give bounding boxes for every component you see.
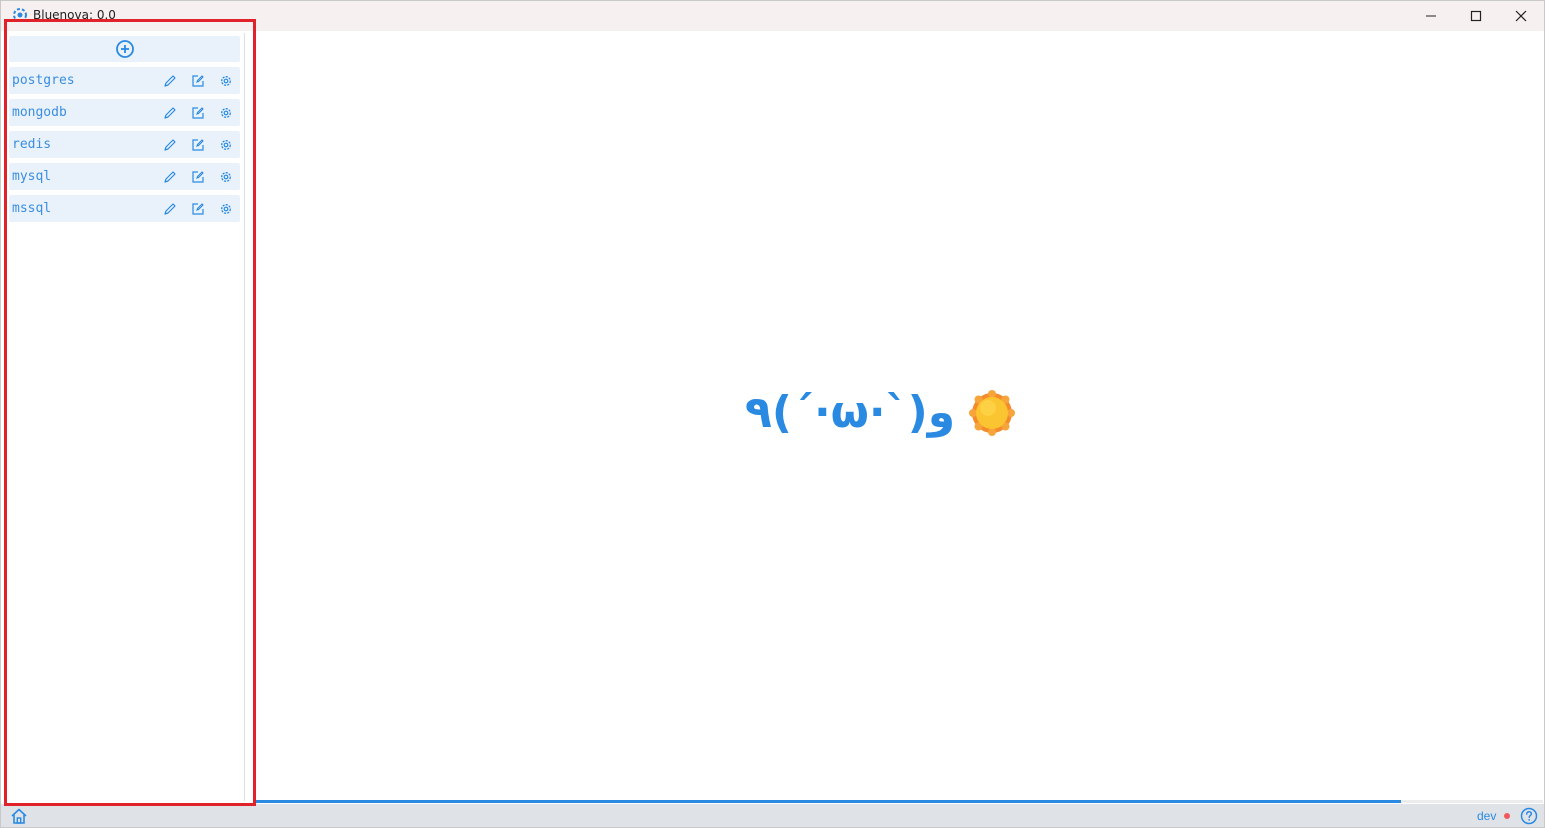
home-icon[interactable] [10,807,28,825]
connection-item[interactable]: mssql [9,195,240,222]
edit-connection-button[interactable] [184,131,212,158]
greeting-text: ٩(ˊ·ω·ˋ)و [745,387,956,438]
connection-actions [156,131,240,158]
settings-button[interactable] [212,195,240,222]
connection-name: mssql [12,201,52,216]
connection-actions [156,99,240,126]
connections-sidebar: postgres mongodb redis mysql mssql [6,33,245,801]
rename-button[interactable] [156,195,184,222]
connection-actions [156,67,240,94]
sun-icon [969,389,1016,436]
title-bar[interactable]: Bluenova: 0.0 [1,1,1544,31]
connection-item[interactable]: postgres [9,67,240,94]
settings-button[interactable] [212,67,240,94]
connection-actions [156,195,240,222]
pencil-icon [164,138,176,151]
app-window: Bluenova: 0.0 postgres mongodb redis mys… [0,0,1545,828]
minimize-button[interactable] [1408,1,1454,31]
rename-button[interactable] [156,67,184,94]
add-connection-button[interactable] [9,36,240,62]
minimize-icon [1426,15,1436,17]
settings-button[interactable] [212,99,240,126]
window-title: Bluenova: 0.0 [33,8,116,22]
loading-progress-bar [253,800,1543,803]
close-button[interactable] [1498,1,1544,31]
app-logo-icon [13,8,27,22]
settings-button[interactable] [212,131,240,158]
edit-square-icon [192,74,204,87]
close-icon [1515,10,1527,22]
maximize-button[interactable] [1453,1,1499,31]
connection-list: postgres mongodb redis mysql mssql [9,67,240,227]
edit-connection-button[interactable] [184,163,212,190]
pencil-icon [164,170,176,183]
connection-name: redis [12,137,52,152]
settings-button[interactable] [212,163,240,190]
gear-icon [221,107,231,118]
gear-icon [221,139,231,150]
edit-square-icon [192,106,204,119]
gear-icon [221,75,231,86]
welcome-greeting: ٩(ˊ·ω·ˋ)و [745,387,1016,438]
plus-circle-icon [115,40,134,58]
edit-connection-button[interactable] [184,67,212,94]
gear-icon [221,171,231,182]
connection-item[interactable]: mysql [9,163,240,190]
connection-name: postgres [12,73,75,88]
progress-fill [253,800,1402,803]
pencil-icon [164,106,176,119]
edit-square-icon [192,202,204,215]
edit-connection-button[interactable] [184,195,212,222]
connection-name: mongodb [12,105,67,120]
connection-name: mysql [12,169,52,184]
pencil-icon [164,202,176,215]
edit-square-icon [192,138,204,151]
edit-square-icon [192,170,204,183]
status-bar: dev [1,804,1544,827]
environment-label[interactable]: dev [1477,809,1496,823]
maximize-icon [1470,10,1482,22]
main-content: ٩(ˊ·ω·ˋ)و [245,32,1544,801]
rename-button[interactable] [156,163,184,190]
environment-status-dot [1504,813,1510,819]
help-icon[interactable] [1520,807,1538,825]
connection-actions [156,163,240,190]
rename-button[interactable] [156,99,184,126]
connection-item[interactable]: mongodb [9,99,240,126]
rename-button[interactable] [156,131,184,158]
gear-icon [221,203,231,214]
pencil-icon [164,74,176,87]
connection-item[interactable]: redis [9,131,240,158]
edit-connection-button[interactable] [184,99,212,126]
